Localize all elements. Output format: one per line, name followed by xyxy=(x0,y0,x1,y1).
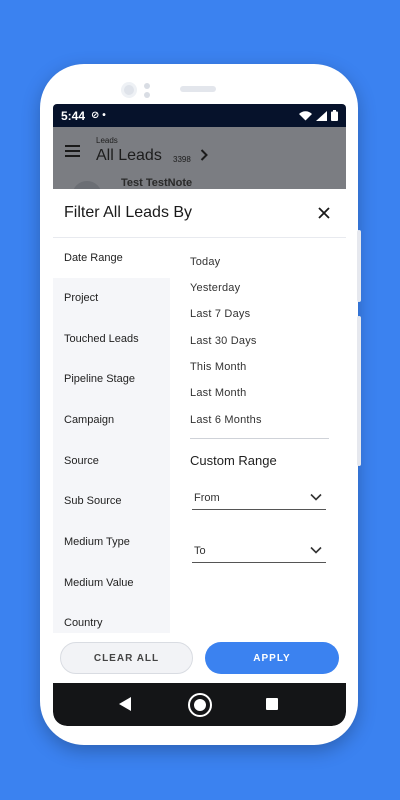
filter-sheet: Filter All Leads By Date Range Project T… xyxy=(53,189,346,726)
power-button xyxy=(357,316,361,466)
signal-icon xyxy=(316,110,327,121)
back-icon[interactable] xyxy=(119,697,131,711)
date-option-this-month[interactable]: This Month xyxy=(190,361,246,373)
category-medium-type[interactable]: Medium Type xyxy=(53,522,170,562)
date-option-last-30-days[interactable]: Last 30 Days xyxy=(190,335,257,347)
phone-frame: 5:44 ⊘ • Leads All Leads 3398 Test TestN… xyxy=(40,64,361,745)
android-nav-bar xyxy=(53,683,346,726)
date-option-last-7-days[interactable]: Last 7 Days xyxy=(190,308,250,320)
category-sub-source[interactable]: Sub Source xyxy=(53,481,170,521)
volume-button xyxy=(357,230,361,302)
sheet-header: Filter All Leads By xyxy=(53,189,346,238)
category-project[interactable]: Project xyxy=(53,278,170,318)
sensor xyxy=(144,92,150,98)
category-touched-leads[interactable]: Touched Leads xyxy=(53,319,170,359)
sheet-footer: CLEAR ALL APPLY xyxy=(53,633,346,683)
category-pipeline-stage[interactable]: Pipeline Stage xyxy=(53,359,170,399)
front-camera xyxy=(121,82,137,98)
sensor xyxy=(144,83,150,89)
lead-name: Test TestNote xyxy=(121,177,193,187)
date-option-yesterday[interactable]: Yesterday xyxy=(190,282,240,294)
chevron-down-icon xyxy=(310,493,322,501)
sheet-title: Filter All Leads By xyxy=(64,204,193,221)
screen: 5:44 ⊘ • Leads All Leads 3398 Test TestN… xyxy=(53,104,346,726)
status-time: 5:44 xyxy=(61,108,86,123)
status-extra-icons: ⊘ • xyxy=(91,110,106,121)
page-title[interactable]: All Leads xyxy=(96,147,162,165)
chevron-right-icon[interactable] xyxy=(200,149,208,161)
home-icon[interactable] xyxy=(188,693,212,717)
battery-icon xyxy=(331,110,338,121)
clear-all-button[interactable]: CLEAR ALL xyxy=(60,642,193,674)
date-option-last-month[interactable]: Last Month xyxy=(190,387,246,399)
to-date-label: To xyxy=(194,545,206,557)
earpiece-speaker xyxy=(180,86,216,92)
app-bar: Leads All Leads 3398 xyxy=(53,127,346,175)
from-date-label: From xyxy=(194,492,220,504)
close-button[interactable] xyxy=(314,203,334,223)
to-date-dropdown[interactable]: To xyxy=(192,541,326,563)
custom-range-heading: Custom Range xyxy=(190,453,277,468)
wifi-icon xyxy=(299,110,312,120)
close-icon xyxy=(318,207,330,219)
status-bar: 5:44 ⊘ • xyxy=(53,104,346,127)
recent-apps-icon[interactable] xyxy=(266,698,278,710)
date-option-today[interactable]: Today xyxy=(190,256,220,268)
hamburger-icon[interactable] xyxy=(65,145,80,157)
category-medium-value[interactable]: Medium Value xyxy=(53,563,170,603)
date-option-last-6-months[interactable]: Last 6 Months xyxy=(190,414,262,426)
filter-category-list: Date Range Project Touched Leads Pipelin… xyxy=(53,238,170,633)
apply-button[interactable]: APPLY xyxy=(205,642,339,674)
category-campaign[interactable]: Campaign xyxy=(53,400,170,440)
from-date-dropdown[interactable]: From xyxy=(192,488,326,510)
chevron-down-icon xyxy=(310,546,322,554)
divider xyxy=(190,438,329,439)
breadcrumb: Leads xyxy=(96,136,118,145)
lead-count: 3398 xyxy=(173,155,191,164)
category-source[interactable]: Source xyxy=(53,441,170,481)
date-range-panel: Today Yesterday Last 7 Days Last 30 Days… xyxy=(170,238,346,633)
category-date-range[interactable]: Date Range xyxy=(53,238,170,278)
